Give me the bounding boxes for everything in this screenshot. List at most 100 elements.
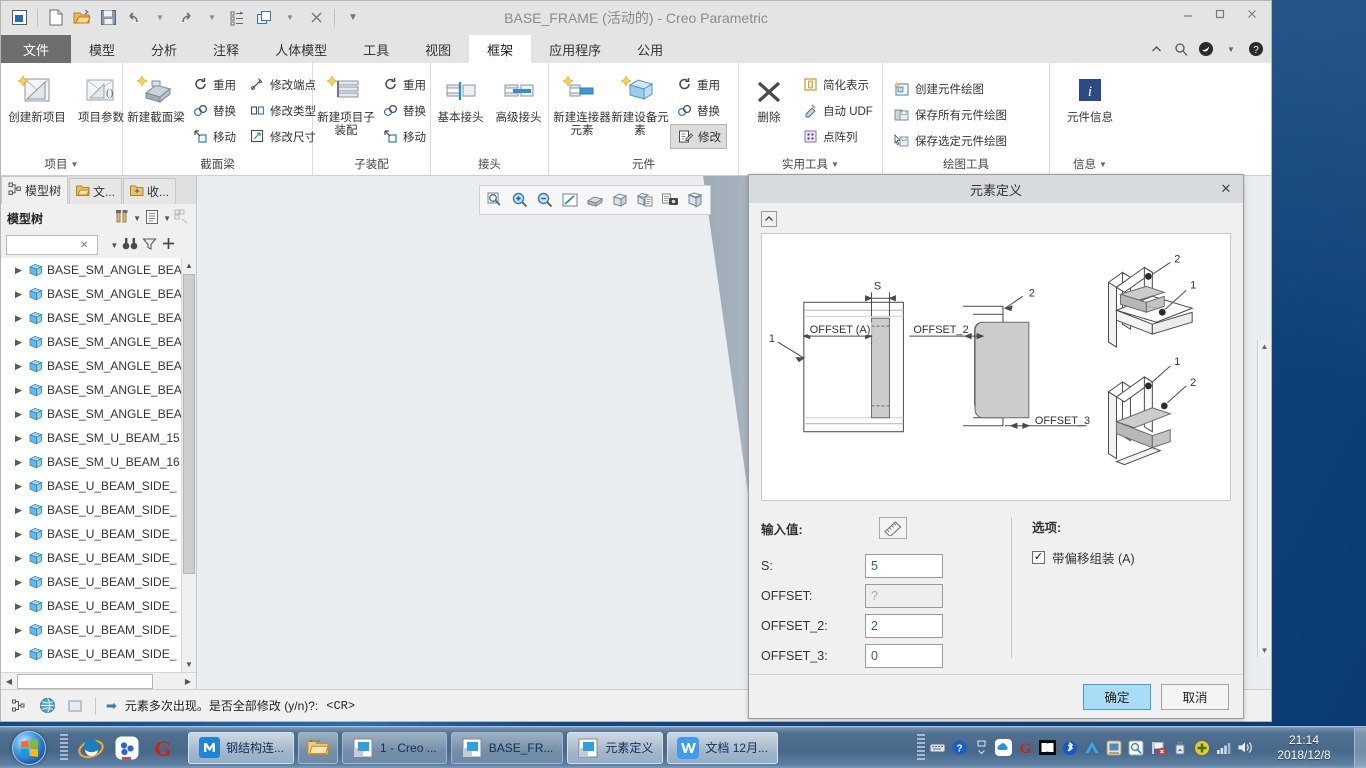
expand-arrow-icon[interactable]: ▶ (15, 289, 25, 300)
window-switch-icon[interactable] (252, 6, 276, 30)
button-simplified-rep[interactable]: 简化表示 (796, 72, 878, 97)
tree-node[interactable]: ▶ BASE_SM_U_BEAM_15 (1, 426, 196, 450)
expand-arrow-icon[interactable]: ▶ (15, 505, 25, 516)
button-reuse-component[interactable]: 重用 (670, 72, 727, 97)
tree-node[interactable]: ▶ BASE_U_BEAM_SIDE_ (1, 498, 196, 522)
checkbox-row-assemble-with-offset[interactable]: ✓ 带偏移组装 (A) (1032, 548, 1231, 567)
funnel-icon[interactable] (142, 237, 157, 254)
tab-applications[interactable]: 应用程序 (531, 35, 619, 63)
undo-icon[interactable] (122, 6, 146, 30)
show-desktop-button[interactable] (1354, 727, 1366, 768)
scroll-up-arrow-right[interactable]: ▲ (1261, 342, 1269, 351)
tab-tools[interactable]: 工具 (345, 35, 407, 63)
hscroll-right-arrow[interactable]: ▶ (180, 674, 196, 689)
help-question-icon[interactable]: ? (951, 739, 968, 756)
button-modify-type[interactable]: 修改类型 (243, 98, 321, 123)
task-creo-1[interactable]: 1 - Creo ... (342, 731, 447, 764)
tab-view[interactable]: 视图 (407, 35, 469, 63)
hscroll-track[interactable] (17, 673, 180, 689)
redo-icon[interactable] (174, 6, 198, 30)
tree-vertical-scrollbar[interactable]: ▲ ▼ (181, 258, 196, 672)
dialog-collapse-button[interactable] (761, 211, 777, 227)
button-modify-component[interactable]: 修改 (670, 124, 727, 149)
usb-eject-icon[interactable] (1171, 739, 1188, 756)
field-input-offset-3[interactable] (865, 644, 943, 668)
button-modify-dimension[interactable]: 修改尺寸 (243, 124, 321, 149)
new-window-icon[interactable] (7, 6, 31, 30)
button-modify-endpoint[interactable]: 修改端点 (243, 72, 321, 97)
field-input-offset[interactable] (865, 584, 943, 608)
button-basic-joint[interactable]: 基本接头 (433, 68, 489, 125)
taskbar-grip[interactable] (60, 733, 68, 762)
new-file-icon[interactable] (44, 6, 68, 30)
saved-orientations-icon[interactable] (608, 188, 632, 212)
expand-arrow-icon[interactable]: ▶ (15, 625, 25, 636)
screen-capture-icon[interactable] (658, 188, 682, 212)
maximize-button[interactable] (1205, 3, 1235, 25)
tree-node[interactable]: ▶ BASE_SM_ANGLE_BEA (1, 258, 196, 282)
hscroll-thumb[interactable] (17, 673, 153, 689)
scroll-down-arrow[interactable]: ▼ (182, 657, 196, 672)
tab-file[interactable]: 文件 (1, 35, 72, 63)
expand-arrow-icon[interactable]: ▶ (15, 577, 25, 588)
button-replace-component[interactable]: 替换 (670, 98, 727, 123)
button-replace-beam[interactable]: 替换 (186, 98, 241, 123)
chevron-down-icon[interactable]: ▼ (71, 160, 79, 169)
tree-settings-dropdown-icon[interactable]: ▼ (133, 214, 141, 223)
button-reuse-beam[interactable]: 重用 (186, 72, 241, 97)
tab-common[interactable]: 公用 (619, 35, 681, 63)
expand-arrow-icon[interactable]: ▶ (15, 385, 25, 396)
search-dropdown-icon[interactable]: ▼ (110, 241, 118, 250)
button-new-equipment-element[interactable]: 新建设备元素 (611, 68, 669, 138)
expand-arrow-icon[interactable]: ▶ (15, 265, 25, 276)
tab-manikin[interactable]: 人体模型 (257, 35, 345, 63)
flag-error-icon[interactable] (1149, 739, 1166, 756)
button-save-selected-component-drawings[interactable]: 保存选定元件绘图 (888, 128, 1012, 153)
globe-icon[interactable] (37, 696, 57, 716)
customize-qat-icon[interactable]: ▼ (341, 6, 365, 30)
repaint-icon[interactable] (558, 188, 582, 212)
autodesk-icon[interactable] (1083, 739, 1100, 756)
expand-arrow-icon[interactable]: ▶ (15, 361, 25, 372)
tree-node[interactable]: ▶ BASE_U_BEAM_SIDE_ (1, 570, 196, 594)
button-new-item-subassembly[interactable]: 新建项目子装配 (317, 68, 375, 138)
task-wps-writer[interactable]: 文档 12月... (667, 731, 779, 764)
dolby-icon[interactable] (1039, 739, 1056, 756)
tree-node[interactable]: ▶ BASE_U_BEAM_SIDE_ (1, 594, 196, 618)
zoom-out-icon[interactable] (533, 188, 557, 212)
button-move-subassembly[interactable]: 移动 (376, 124, 431, 149)
close-window-icon[interactable] (304, 6, 328, 30)
chevron-down-icon[interactable]: ▼ (1099, 160, 1107, 169)
annotation-display-icon[interactable] (683, 188, 707, 212)
task-creo-base-frame[interactable]: BASE_FR... (450, 731, 564, 764)
search-icon[interactable] (1172, 40, 1190, 58)
open-file-icon[interactable] (70, 6, 94, 30)
save-icon[interactable] (96, 6, 120, 30)
button-create-new-item[interactable]: 创建新项目 (6, 68, 68, 125)
tree-node[interactable]: ▶ BASE_SM_ANGLE_BEA (1, 354, 196, 378)
tree-display-dropdown-icon[interactable]: ▼ (163, 214, 171, 223)
panel-toggle-icon[interactable] (65, 696, 85, 716)
tree-node[interactable]: ▶ BASE_SM_ANGLE_BEA (1, 378, 196, 402)
tree-horizontal-scrollbar[interactable]: ◀ ▶ (1, 672, 196, 689)
tab-model-tree[interactable]: 模型树 (1, 176, 69, 204)
bluetooth-icon[interactable] (1061, 739, 1078, 756)
tab-analysis[interactable]: 分析 (133, 35, 195, 63)
tab-favorites[interactable]: 收... (123, 178, 177, 204)
tab-folder-browser[interactable]: 文... (69, 178, 123, 204)
expand-arrow-icon[interactable]: ▶ (15, 529, 25, 540)
expand-arrow-icon[interactable]: ▶ (15, 337, 25, 348)
button-delete[interactable]: 删除 (744, 68, 794, 125)
task-explorer[interactable] (298, 731, 339, 764)
button-move-beam[interactable]: 移动 (186, 124, 241, 149)
tree-node[interactable]: ▶ BASE_U_BEAM_SIDE_ (1, 618, 196, 642)
tree-node[interactable]: ▶ BASE_U_BEAM_SIDE_ (1, 522, 196, 546)
expand-arrow-icon[interactable]: ▶ (15, 409, 25, 420)
task-maxthon[interactable]: 钢结构连... (188, 731, 295, 764)
model-tree-list[interactable]: ▶ BASE_SM_ANGLE_BEA ▶ BASE_SM_ANGLE_BEA ▶ BAS… (1, 258, 196, 672)
minimize-button[interactable] (1173, 3, 1203, 25)
start-button[interactable] (2, 728, 56, 768)
graphics-scroll-strip[interactable]: ▲ ▼ (1257, 340, 1271, 657)
task-element-definition[interactable]: 元素定义 (567, 731, 664, 764)
ruler-icon[interactable] (878, 517, 907, 539)
